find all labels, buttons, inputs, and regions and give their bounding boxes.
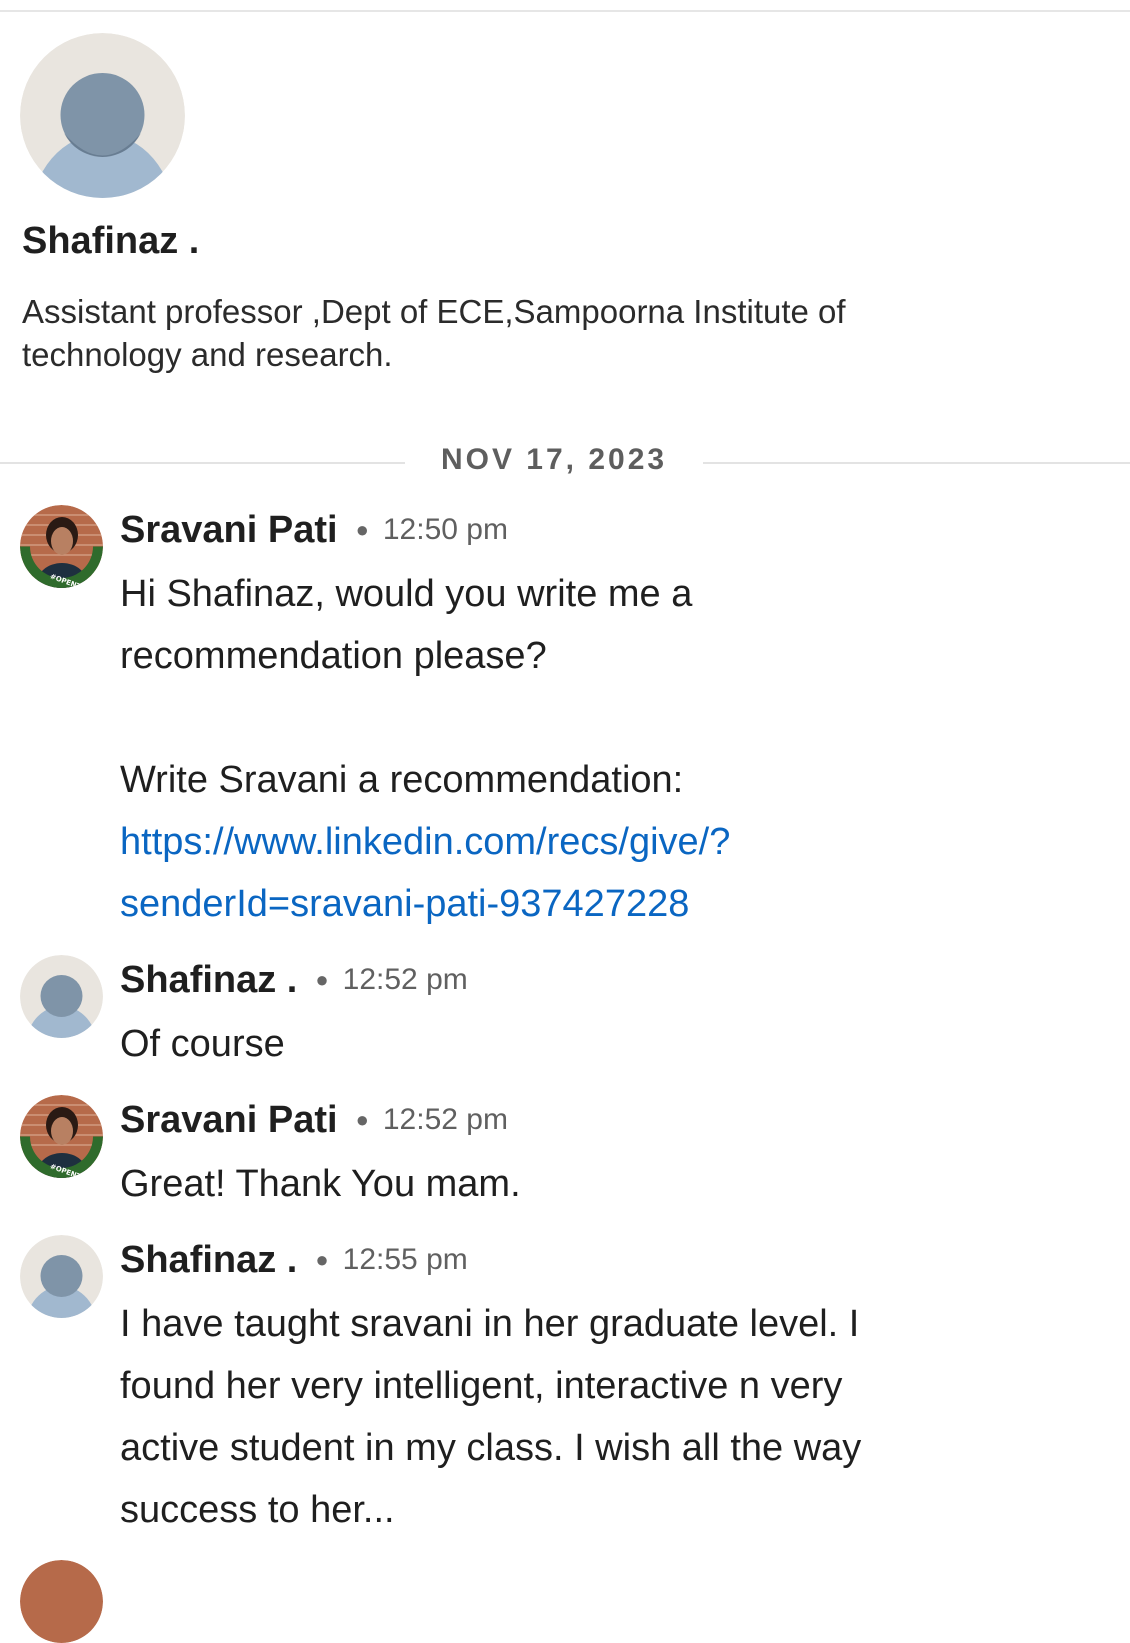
message-time: 12:50 pm <box>382 513 508 546</box>
date-divider: NOV 17, 2023 <box>0 440 1130 484</box>
recommendation-link[interactable]: https://www.linkedin.com/recs/give/? sen… <box>120 811 1080 935</box>
sender-avatar[interactable]: #OPENTOWORK <box>20 1095 103 1178</box>
top-divider <box>0 10 1130 12</box>
sender-avatar[interactable] <box>20 955 103 1038</box>
profile-photo-icon <box>20 1560 103 1643</box>
sender-avatar[interactable] <box>20 1235 103 1318</box>
sender-name[interactable]: Shafinaz . <box>120 1239 297 1282</box>
message-time: 12:52 pm <box>382 1103 508 1136</box>
sender-avatar[interactable]: #OPENTOWORK <box>20 505 103 588</box>
sender-name[interactable]: Shafinaz . <box>120 959 297 1002</box>
message-header: Shafinaz . ● 12:55 pm <box>120 1235 468 1285</box>
profile-photo-icon: #OPENTOWORK <box>20 1095 103 1178</box>
link-text: https://www.linkedin.com/recs/give/? <box>120 821 731 863</box>
separator-dot: ● <box>315 967 329 992</box>
message-header: Sravani Pati ● 12:52 pm <box>120 1095 508 1145</box>
message-text: Write Sravani a recommendation: <box>120 759 684 801</box>
profile-name[interactable]: Shafinaz . <box>22 220 199 263</box>
message-header: Sravani Pati ● 12:50 pm <box>120 505 508 555</box>
profile-headline-line: technology and research. <box>22 336 393 373</box>
person-placeholder-icon <box>20 33 185 198</box>
message-text: Of course <box>120 1023 285 1065</box>
link-text: senderId=sravani-pati-937427228 <box>120 883 690 925</box>
message-text: Hi Shafinaz, would you write me a <box>120 573 693 615</box>
profile-headline-line: Assistant professor ,Dept of ECE,Sampoor… <box>22 293 846 330</box>
person-placeholder-icon <box>20 1235 103 1318</box>
message-header: Shafinaz . ● 12:52 pm <box>120 955 468 1005</box>
sender-name[interactable]: Sravani Pati <box>120 509 338 552</box>
message-body: I have taught sravani in her graduate le… <box>120 1293 1080 1541</box>
separator-dot: ● <box>355 517 369 542</box>
profile-avatar[interactable] <box>20 33 185 198</box>
message-body: Great! Thank You mam. <box>120 1153 1080 1215</box>
message-text: recommendation please? <box>120 635 547 677</box>
message-text: Great! Thank You mam. <box>120 1163 521 1205</box>
divider-line <box>0 462 405 464</box>
separator-dot: ● <box>355 1107 369 1132</box>
message-text: success to her... <box>120 1489 395 1531</box>
sender-avatar[interactable] <box>20 1560 103 1643</box>
message-text: found her very intelligent, interactive … <box>120 1365 843 1407</box>
message-text: active student in my class. I wish all t… <box>120 1427 862 1469</box>
message-time: 12:52 pm <box>342 963 468 996</box>
message-text: I have taught sravani in her graduate le… <box>120 1303 860 1345</box>
message-time: 12:55 pm <box>342 1243 468 1276</box>
message-body: Of course <box>120 1013 1080 1075</box>
separator-dot: ● <box>315 1247 329 1272</box>
date-divider-text: NOV 17, 2023 <box>440 443 668 476</box>
sender-name[interactable]: Sravani Pati <box>120 1099 338 1142</box>
person-placeholder-icon <box>20 955 103 1038</box>
profile-photo-icon: #OPENTOWORK <box>20 505 103 588</box>
profile-headline: Assistant professor ,Dept of ECE,Sampoor… <box>22 290 1022 376</box>
message-body: Hi Shafinaz, would you write me a recomm… <box>120 563 1080 935</box>
divider-line <box>703 462 1130 464</box>
